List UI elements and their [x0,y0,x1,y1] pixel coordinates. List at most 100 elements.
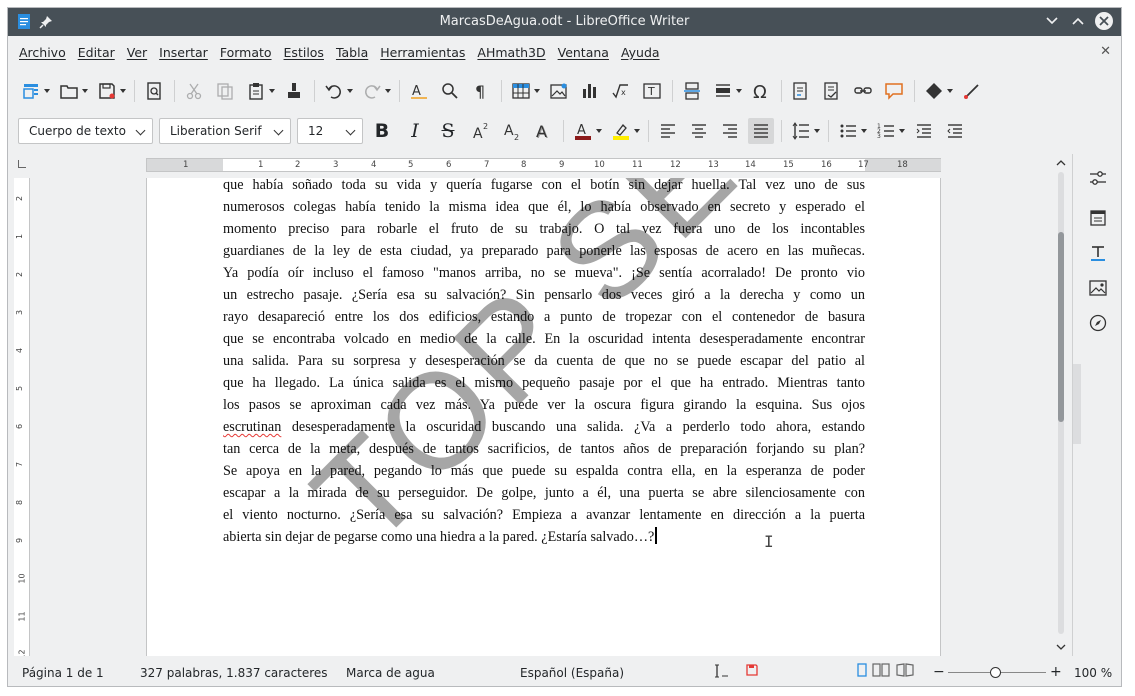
ordered-list-icon[interactable]: 123 [873,118,905,144]
vertical-scrollbar[interactable] [1054,154,1068,656]
ruler-number: 2 [15,195,25,202]
zoom-out-button[interactable]: − [933,664,945,680]
page-break-icon[interactable] [679,78,705,104]
single-page-view-icon[interactable] [856,663,868,680]
superscript-icon[interactable]: A2 [468,118,494,144]
draw-line-icon[interactable] [959,78,985,104]
spelling-icon[interactable]: A [406,78,432,104]
ruler-number: 4 [15,347,25,354]
bold-button[interactable]: B [369,120,395,142]
page-icon[interactable] [1088,208,1108,228]
save-icon[interactable] [94,78,126,104]
line-spacing-icon[interactable] [788,118,820,144]
strikethrough-button[interactable]: S [435,120,461,142]
minimize-icon[interactable] [1043,12,1061,30]
menu-estilos[interactable]: Estilos [284,45,324,60]
scroll-thumb[interactable] [1058,232,1064,422]
formatting-marks-icon[interactable]: ¶ [468,78,494,104]
toolbar-separator [563,120,564,142]
document-page[interactable]: TOP SECRET que había soñado toda su vida… [146,178,941,656]
menu-archivo[interactable]: Archivo [19,45,66,60]
zoom-slider-thumb[interactable] [990,667,1001,678]
svg-text:A: A [412,84,421,99]
subscript-icon[interactable]: A2 [499,118,525,144]
navigator-icon[interactable] [1088,313,1108,333]
horizontal-ruler[interactable]: 1 1 2 3 4 5 6 7 8 9 10 11 12 13 14 15 16… [146,158,941,172]
open-folder-icon[interactable] [56,78,88,104]
insert-endnote-icon[interactable] [819,78,845,104]
styles-icon[interactable] [1088,243,1108,263]
vertical-ruler[interactable]: 2 1 2 3 4 5 6 7 8 9 10 11 12 [14,178,30,656]
zoom-level[interactable]: 100 % [1074,666,1112,680]
insert-chart-icon[interactable] [577,78,603,104]
insert-formula-icon[interactable]: x [608,78,634,104]
document-modified-icon[interactable] [745,663,759,680]
print-preview-icon[interactable] [141,78,167,104]
decrease-indent-icon[interactable] [942,118,968,144]
insert-comment-icon[interactable] [881,78,907,104]
cut-icon[interactable] [181,78,207,104]
undo-icon[interactable] [321,78,353,104]
insert-field-icon[interactable] [710,78,742,104]
scroll-down-icon[interactable] [1056,642,1066,652]
sidebar-collapse-handle[interactable] [1073,364,1081,444]
font-color-icon[interactable]: A [570,118,602,144]
menu-formato[interactable]: Formato [220,45,272,60]
svg-text:3: 3 [877,133,881,140]
misspelled-word[interactable]: escrutinan [223,419,281,435]
ruler-tab-icon[interactable] [18,160,26,168]
align-right-icon[interactable] [717,118,743,144]
align-left-icon[interactable] [655,118,681,144]
menu-herramientas[interactable]: Herramientas [380,45,465,60]
properties-icon[interactable] [1088,168,1108,188]
menu-ayuda[interactable]: Ayuda [621,45,660,60]
document-body[interactable]: que había soñado toda su vida y quería f… [223,178,865,548]
insert-image-icon[interactable] [546,78,572,104]
menu-insertar[interactable]: Insertar [159,45,208,60]
insert-table-icon[interactable] [508,78,540,104]
copy-icon[interactable] [212,78,238,104]
clone-formatting-icon[interactable] [281,78,307,104]
page-count[interactable]: Página 1 de 1 [22,666,104,680]
close-icon[interactable] [1095,12,1113,30]
insert-textbox-icon[interactable]: T [639,78,665,104]
highlight-color-icon[interactable] [608,118,640,144]
word-count[interactable]: 327 palabras, 1.837 caracteres [140,666,328,680]
redo-icon[interactable] [359,78,391,104]
title-bar: MarcasDeAgua.odt - LibreOffice Writer [8,8,1121,36]
insert-hyperlink-icon[interactable] [850,78,876,104]
font-size-select[interactable]: 12 [297,118,363,144]
menu-ahmath3d[interactable]: AHmath3D [477,45,545,60]
font-name-select[interactable]: Liberation Serif [159,118,291,144]
text-line: rayo desapareció entre los dos edificios… [223,309,865,325]
language[interactable]: Español (España) [520,666,624,680]
justify-icon[interactable] [748,118,774,144]
ruler-number: 13 [708,160,719,170]
increase-indent-icon[interactable] [911,118,937,144]
paste-icon[interactable] [243,78,275,104]
insert-mode-icon[interactable] [714,663,730,682]
new-document-icon[interactable] [18,78,50,104]
page-style[interactable]: Marca de agua [346,666,435,680]
shadow-icon[interactable]: AA [530,118,556,144]
close-document-icon[interactable]: ✕ [1100,44,1111,59]
sidebar [1072,154,1121,656]
italic-button[interactable]: I [402,120,428,142]
basic-shapes-icon[interactable] [921,78,953,104]
zoom-in-button[interactable]: + [1050,664,1062,680]
book-view-icon[interactable] [896,663,914,680]
scroll-up-icon[interactable] [1056,158,1066,168]
gallery-icon[interactable] [1088,278,1108,298]
insert-footnote-icon[interactable] [788,78,814,104]
find-replace-icon[interactable] [437,78,463,104]
maximize-icon[interactable] [1069,12,1087,30]
align-center-icon[interactable] [686,118,712,144]
unordered-list-icon[interactable] [835,118,867,144]
special-character-icon[interactable]: Ω [748,78,774,104]
menu-ventana[interactable]: Ventana [558,45,609,60]
multi-page-view-icon[interactable] [872,663,890,680]
paragraph-style-select[interactable]: Cuerpo de texto [18,118,153,144]
menu-tabla[interactable]: Tabla [336,45,368,60]
menu-ver[interactable]: Ver [127,45,147,60]
menu-editar[interactable]: Editar [78,45,115,60]
